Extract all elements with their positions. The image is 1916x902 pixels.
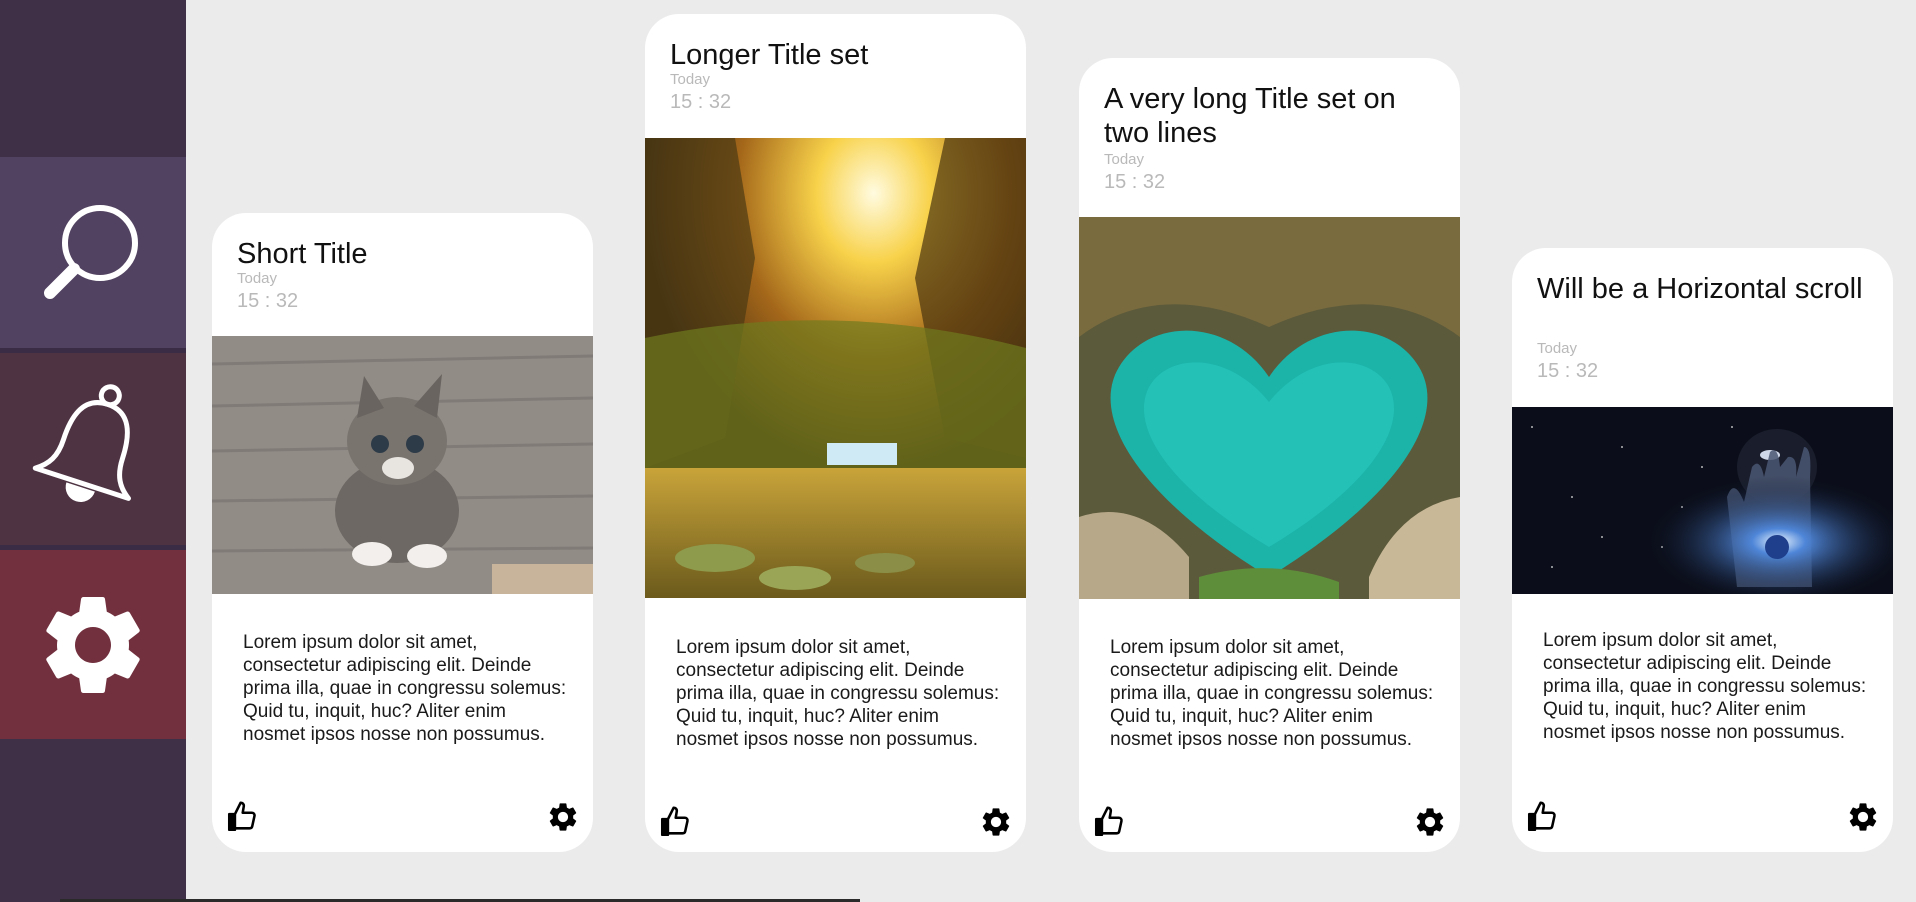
gear-icon <box>46 596 140 693</box>
thumbs-up-icon[interactable] <box>1525 800 1559 834</box>
card-title: A very long Title set on two lines <box>1104 83 1396 149</box>
thumbs-up-icon[interactable] <box>1092 805 1126 839</box>
thumbs-up-icon[interactable] <box>225 800 259 834</box>
space-hand-poster <box>1512 407 1893 594</box>
card[interactable]: Longer Title set Today 15 : 32 Lorem ips… <box>645 14 1026 852</box>
card-title: Short Title <box>237 238 368 270</box>
search-icon <box>44 204 138 299</box>
card[interactable]: Will be a Horizontal scroll Today 15 : 3… <box>1512 248 1893 852</box>
card-title: Will be a Horizontal scroll <box>1537 273 1863 305</box>
card[interactable]: Short Title Today 15 : 32 Lorem ipsum do… <box>212 213 593 852</box>
card-body: Lorem ipsum dolor sit amet, consectetur … <box>1110 637 1434 750</box>
gear-icon[interactable] <box>1846 800 1880 834</box>
card-day: Today <box>237 270 278 287</box>
card-time: 15 : 32 <box>1104 171 1166 193</box>
card-body: Lorem ipsum dolor sit amet, consectetur … <box>676 637 1000 750</box>
card-time: 15 : 32 <box>1537 360 1599 382</box>
sidebar <box>0 0 186 902</box>
sidebar-notifications-button[interactable] <box>0 353 186 550</box>
card-day: Today <box>1537 340 1578 357</box>
card-time: 15 : 32 <box>670 91 732 113</box>
sidebar-search-button[interactable] <box>0 157 186 353</box>
card-time: 15 : 32 <box>237 290 299 312</box>
card-body: Lorem ipsum dolor sit amet, consectetur … <box>1543 630 1867 743</box>
thumbs-up-icon[interactable] <box>658 805 692 839</box>
heart-shaped-lagoon <box>1079 217 1460 599</box>
card-body: Lorem ipsum dolor sit amet, consectetur … <box>243 632 567 745</box>
forest-waterfall-painting <box>645 138 1026 598</box>
sidebar-settings-button[interactable] <box>0 550 186 739</box>
card[interactable]: A very long Title set on two lines Today… <box>1079 58 1460 852</box>
gear-icon[interactable] <box>1413 805 1447 839</box>
card-day: Today <box>670 71 711 88</box>
card-title: Longer Title set <box>670 39 869 71</box>
bell-icon <box>32 384 131 503</box>
card-day: Today <box>1104 151 1145 168</box>
kitten-photo <box>212 336 593 594</box>
gear-icon[interactable] <box>979 805 1013 839</box>
gear-icon[interactable] <box>546 800 580 834</box>
